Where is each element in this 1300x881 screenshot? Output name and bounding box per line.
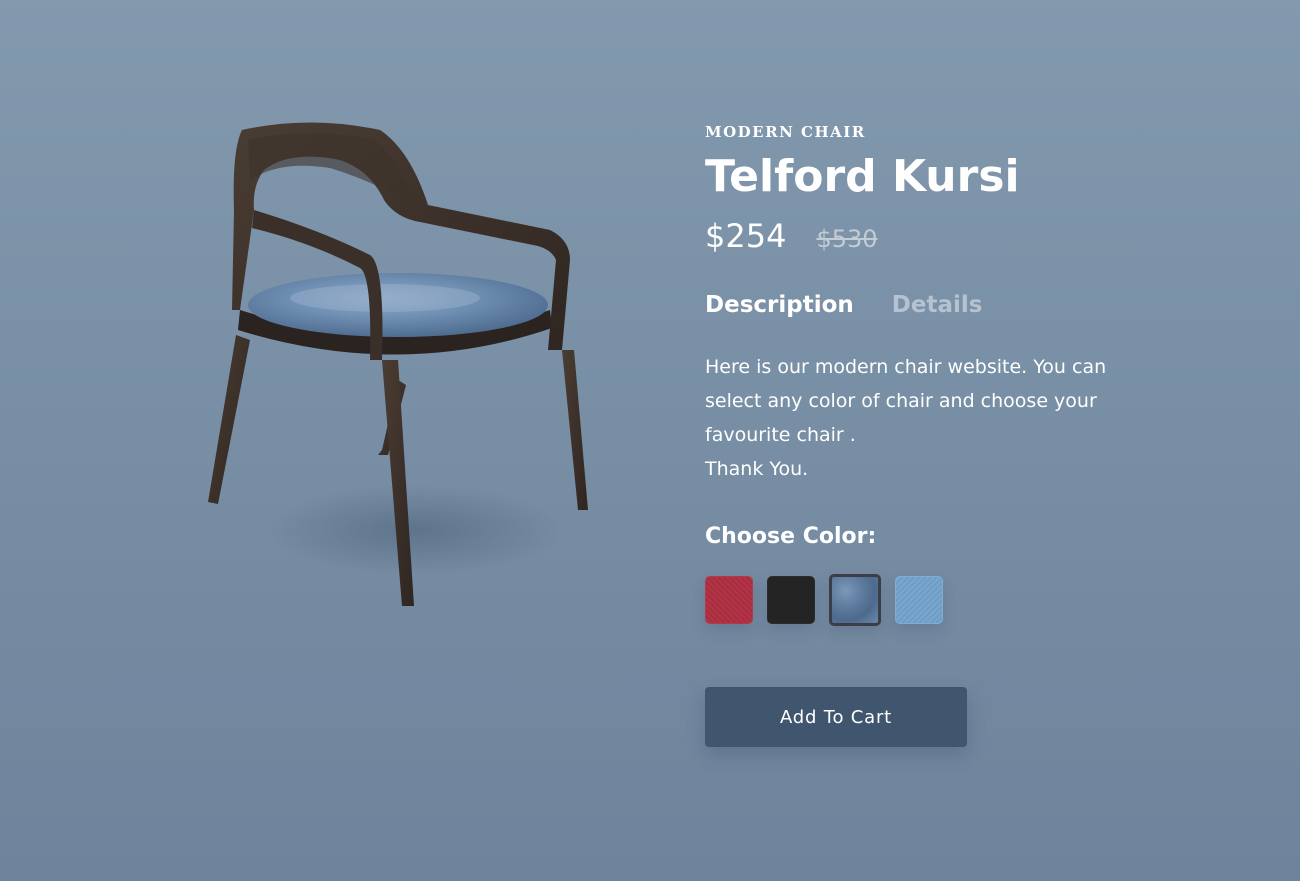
description-text: Here is our modern chair website. You ca… [705,356,1107,446]
color-swatch-black[interactable] [767,576,815,624]
original-price: $530 [816,225,878,253]
chair-image-icon [208,122,588,606]
description-thanks: Thank You. [705,458,809,480]
product-description: Here is our modern chair website. You ca… [705,350,1155,486]
product-category: MODERN CHAIR [705,123,866,141]
current-price: $254 [705,217,787,255]
add-to-cart-button[interactable]: Add To Cart [705,687,967,747]
tab-description[interactable]: Description [705,292,854,318]
price-row: $254 $530 [705,214,1175,258]
product-info: MODERN CHAIR Telford Kursi $254 $530 Des… [705,120,1175,747]
product-image [170,110,620,630]
color-swatch-light-blue[interactable] [895,576,943,624]
info-tabs: Description Details [705,290,1175,320]
tab-details[interactable]: Details [892,292,983,318]
color-heading: Choose Color: [705,524,877,549]
color-swatch-blue[interactable] [829,574,881,626]
color-swatches [705,572,1175,628]
color-swatch-red[interactable] [705,576,753,624]
product-title: Telford Kursi [705,151,1020,202]
